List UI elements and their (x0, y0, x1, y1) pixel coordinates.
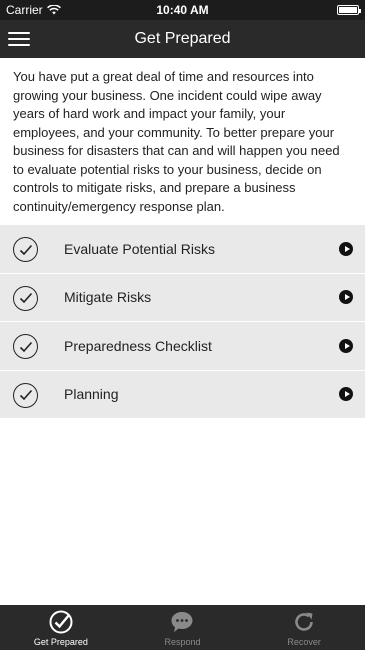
list-item-label: Evaluate Potential Risks (64, 240, 215, 257)
refresh-icon (295, 612, 313, 631)
list-item-label: Planning (64, 386, 119, 403)
list-item-mitigate-risks[interactable]: Mitigate Risks (0, 273, 365, 322)
tab-label: Recover (287, 637, 321, 647)
tab-respond[interactable]: Respond (122, 605, 242, 647)
tab-bar: Get Prepared Respond Recover (0, 605, 365, 650)
check-circle-icon (49, 610, 73, 634)
tab-label: Respond (164, 637, 201, 647)
tab-recover[interactable]: Recover (244, 605, 364, 647)
list-item-label: Preparedness Checklist (64, 337, 212, 354)
tab-get-prepared[interactable]: Get Prepared (1, 605, 121, 647)
check-circle-icon (13, 285, 38, 311)
status-bar: Carrier 10:40 AM (0, 0, 365, 20)
preparedness-list: Evaluate Potential Risks Mitigate Risks … (0, 225, 365, 419)
nav-bar: Get Prepared (0, 20, 365, 58)
check-circle-icon (13, 237, 38, 262)
chat-bubble-icon (171, 612, 193, 632)
intro-text: You have put a great deal of time and re… (13, 69, 340, 214)
list-item-evaluate-potential-risks[interactable]: Evaluate Potential Risks (0, 225, 365, 274)
list-item-label: Mitigate Risks (64, 289, 152, 306)
chevron-right-icon (339, 290, 353, 305)
list-item-preparedness-checklist[interactable]: Preparedness Checklist (0, 322, 365, 371)
carrier-label: Carrier (6, 3, 43, 17)
wifi-icon (46, 5, 61, 15)
hamburger-menu-icon[interactable] (8, 28, 30, 50)
check-circle-icon (13, 334, 38, 359)
chevron-right-icon (339, 387, 353, 402)
chevron-right-icon (339, 338, 353, 353)
page-title: Get Prepared (134, 30, 231, 47)
list-item-planning[interactable]: Planning (0, 370, 365, 419)
chevron-right-icon (339, 241, 353, 256)
status-left: Carrier (6, 3, 61, 17)
battery-icon (337, 5, 361, 15)
check-circle-icon (13, 382, 38, 408)
tab-label: Get Prepared (33, 637, 88, 647)
